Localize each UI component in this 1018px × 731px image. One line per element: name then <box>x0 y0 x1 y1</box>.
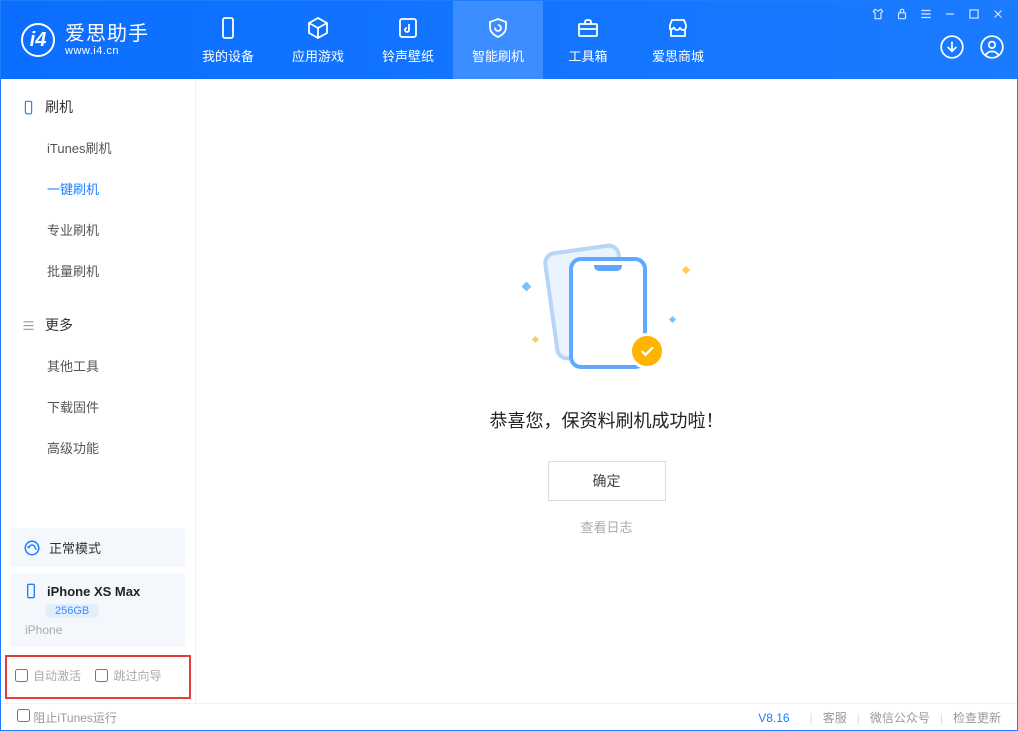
lock-icon[interactable] <box>895 7 909 24</box>
logo-icon: i4 <box>21 23 55 57</box>
tab-label: 爱思商城 <box>652 46 704 65</box>
sidebar-item-advanced[interactable]: 高级功能 <box>1 427 195 468</box>
version-label: V8.16 <box>758 711 789 725</box>
sidebar-item-batch-flash[interactable]: 批量刷机 <box>1 250 195 291</box>
section-label: 刷机 <box>45 97 73 117</box>
title-bar: i4 爱思助手 www.i4.cn 我的设备 应用游戏 铃声壁纸 智能刷机 工具… <box>1 1 1017 79</box>
minimize-button[interactable] <box>943 7 957 24</box>
sidebar-section-more: 更多 <box>1 315 195 345</box>
tab-label: 铃声壁纸 <box>382 46 434 65</box>
checkbox-auto-activate[interactable]: 自动激活 <box>15 667 81 684</box>
menu-icon[interactable] <box>919 7 933 24</box>
download-icon[interactable] <box>939 34 965 65</box>
store-icon <box>666 16 690 40</box>
status-bar: 阻止iTunes运行 V8.16 | 客服 | 微信公众号 | 检查更新 <box>1 703 1017 731</box>
checkbox-label: 自动激活 <box>33 667 81 684</box>
cube-icon <box>306 16 330 40</box>
nav-tabs: 我的设备 应用游戏 铃声壁纸 智能刷机 工具箱 爱思商城 <box>183 1 723 79</box>
tab-apps-games[interactable]: 应用游戏 <box>273 1 363 79</box>
tab-toolbox[interactable]: 工具箱 <box>543 1 633 79</box>
sync-icon <box>23 539 41 557</box>
section-label: 更多 <box>45 315 73 335</box>
sidebar-section-flash: 刷机 <box>1 97 195 127</box>
wechat-link[interactable]: 微信公众号 <box>870 709 930 726</box>
sidebar-item-other-tools[interactable]: 其他工具 <box>1 345 195 386</box>
checkbox-label: 阻止iTunes运行 <box>33 711 117 725</box>
app-logo: i4 爱思助手 www.i4.cn <box>1 23 163 57</box>
shirt-icon[interactable] <box>871 7 885 24</box>
view-log-link[interactable]: 查看日志 <box>580 517 632 536</box>
phone-icon <box>216 16 240 40</box>
success-illustration <box>537 247 677 377</box>
app-url: www.i4.cn <box>65 45 149 57</box>
tab-label: 我的设备 <box>202 46 254 65</box>
refresh-shield-icon <box>486 16 510 40</box>
device-mode-card[interactable]: 正常模式 <box>11 528 185 567</box>
phone-outline-icon <box>21 100 36 115</box>
customer-service-link[interactable]: 客服 <box>823 709 847 726</box>
sidebar-item-download-firmware[interactable]: 下载固件 <box>1 386 195 427</box>
user-icon[interactable] <box>979 34 1005 65</box>
checkbox-label: 跳过向导 <box>113 667 161 684</box>
sidebar: 刷机 iTunes刷机 一键刷机 专业刷机 批量刷机 更多 其他工具 下载固件 … <box>1 79 196 703</box>
maximize-button[interactable] <box>967 7 981 24</box>
app-name: 爱思助手 <box>65 23 149 45</box>
tab-label: 应用游戏 <box>292 46 344 65</box>
mode-label: 正常模式 <box>49 538 101 557</box>
window-controls <box>871 7 1005 24</box>
device-type: iPhone <box>25 623 173 637</box>
success-message: 恭喜您，保资料刷机成功啦！ <box>490 407 724 433</box>
tab-smart-flash[interactable]: 智能刷机 <box>453 1 543 79</box>
close-button[interactable] <box>991 7 1005 24</box>
main-panel: 恭喜您，保资料刷机成功啦！ 确定 查看日志 <box>196 79 1017 703</box>
checkbox-block-itunes[interactable]: 阻止iTunes运行 <box>17 709 117 726</box>
music-note-icon <box>396 16 420 40</box>
sidebar-item-onekey-flash[interactable]: 一键刷机 <box>1 168 195 209</box>
device-card[interactable]: iPhone XS Max 256GB iPhone <box>11 573 185 647</box>
tab-label: 工具箱 <box>568 46 607 65</box>
sidebar-item-itunes-flash[interactable]: iTunes刷机 <box>1 127 195 168</box>
ok-button[interactable]: 确定 <box>548 461 666 501</box>
storage-badge: 256GB <box>45 604 99 618</box>
list-icon <box>21 318 36 333</box>
tab-store[interactable]: 爱思商城 <box>633 1 723 79</box>
check-update-link[interactable]: 检查更新 <box>953 709 1001 726</box>
device-name: iPhone XS Max <box>47 584 140 599</box>
tab-label: 智能刷机 <box>472 46 524 65</box>
device-phone-icon <box>23 583 39 599</box>
checkbox-skip-guide[interactable]: 跳过向导 <box>95 667 161 684</box>
briefcase-icon <box>576 16 600 40</box>
sidebar-item-pro-flash[interactable]: 专业刷机 <box>1 209 195 250</box>
tab-ringtones-wallpapers[interactable]: 铃声壁纸 <box>363 1 453 79</box>
checkmark-icon <box>629 333 665 369</box>
highlighted-options: 自动激活 跳过向导 <box>5 655 191 699</box>
tab-my-device[interactable]: 我的设备 <box>183 1 273 79</box>
